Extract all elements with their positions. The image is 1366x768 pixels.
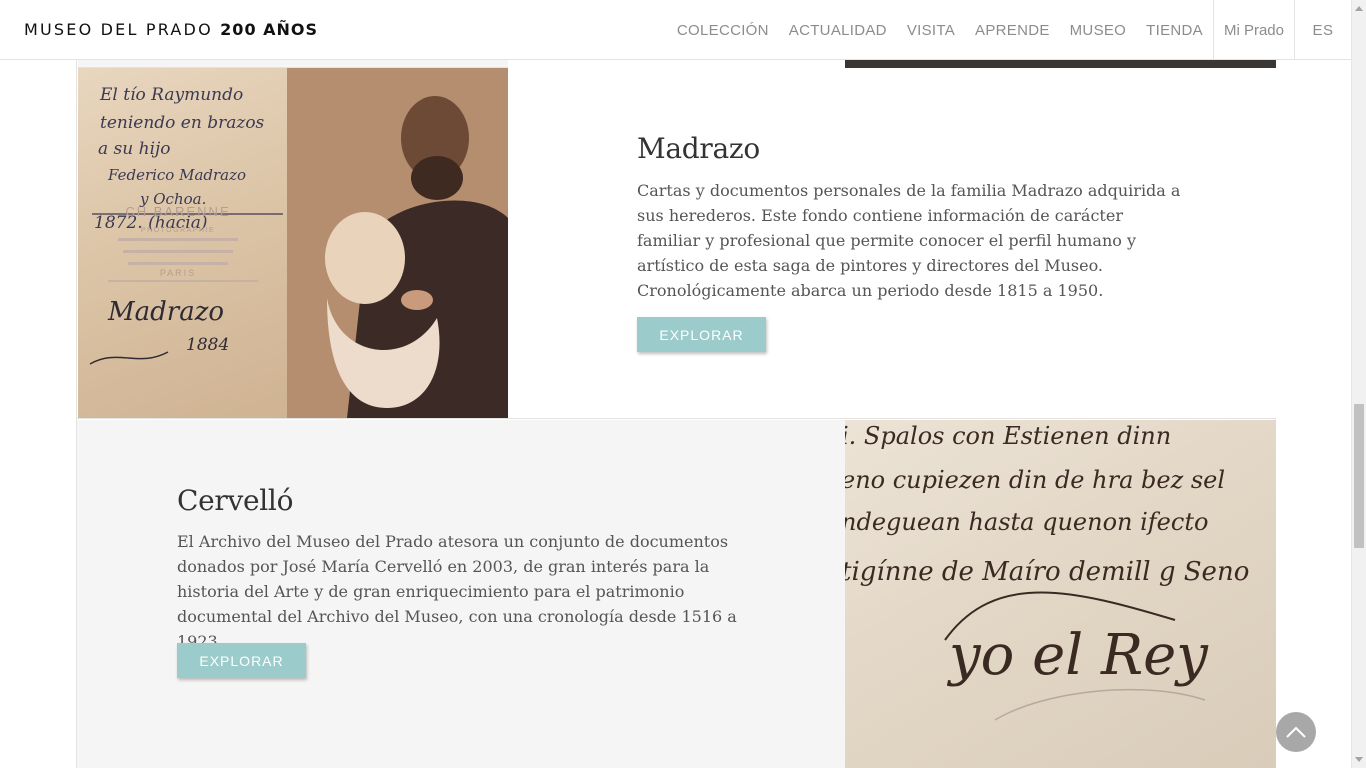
letter-line: Federico Madrazo — [107, 166, 246, 184]
logo-anniversary: 200 AÑOS — [220, 20, 319, 39]
letter-line: El tío Raymundo — [99, 85, 243, 105]
site-header: MUSEO DEL PRADO 200 AÑOS COLECCIÓN ACTUA… — [0, 0, 1351, 60]
scroll-down-icon[interactable] — [1355, 757, 1363, 762]
man-hand — [401, 290, 433, 310]
signature-date: 1884 — [186, 335, 229, 355]
nav-item-actualidad[interactable]: ACTUALIDAD — [779, 22, 897, 39]
manuscript-illustration: i. Spalos con Estienen dinn eno cupiezen… — [845, 422, 1249, 721]
nav-item-coleccion[interactable]: COLECCIÓN — [667, 22, 779, 39]
scroll-thumb[interactable] — [1354, 404, 1364, 548]
stamp-line — [108, 280, 258, 282]
scroll-up-icon[interactable] — [1355, 6, 1363, 11]
faded-ink — [994, 688, 1206, 721]
chevron-up-icon — [1286, 726, 1306, 738]
father-holding-child-illustration — [287, 68, 508, 418]
studio-stamp: CH BARENNE — [125, 204, 230, 219]
madrazo-family-photo — [287, 68, 508, 418]
mi-prado-link[interactable]: Mi Prado — [1214, 22, 1294, 39]
section-madrazo: El tío Raymundo teniendo en brazos a su … — [77, 68, 1276, 419]
stamp-line — [118, 238, 238, 241]
signature: Madrazo — [107, 297, 224, 327]
studio-stamp-sub: PHOTOGRAPHIE — [141, 227, 215, 234]
section-description: Cartas y documentos personales de la fam… — [637, 181, 1181, 300]
logo-text: MUSEO DEL PRADO — [24, 20, 213, 39]
section-cervello: Cervelló El Archivo del Museo del Prado … — [77, 420, 1276, 768]
madrazo-letter-image: El tío Raymundo teniendo en brazos a su … — [78, 68, 287, 418]
stamp-line — [123, 250, 233, 253]
manuscript-line: ndeguean hasta quenon ifecto — [845, 508, 1208, 536]
explore-cervello-button[interactable]: EXPLORAR — [177, 643, 306, 678]
section-title: Cervelló — [177, 484, 294, 517]
back-to-top-button[interactable] — [1276, 712, 1316, 752]
letter-line: teniendo en brazos — [100, 113, 265, 133]
ink-flourish — [89, 351, 169, 365]
language-selector[interactable]: ES — [1295, 22, 1351, 39]
main-nav: COLECCIÓN ACTUALIDAD VISITA APRENDE MUSE… — [667, 0, 1351, 60]
cervello-manuscript-image: i. Spalos con Estienen dinn eno cupiezen… — [845, 420, 1276, 768]
site-logo[interactable]: MUSEO DEL PRADO 200 AÑOS — [24, 20, 318, 39]
section-description: El Archivo del Museo del Prado atesora u… — [177, 532, 737, 651]
nav-item-tienda[interactable]: TIENDA — [1136, 22, 1213, 39]
archive-content: El tío Raymundo teniendo en brazos a su … — [76, 60, 1276, 768]
letter-line: a su hijo — [98, 139, 171, 159]
nav-item-aprende[interactable]: APRENDE — [965, 22, 1060, 39]
manuscript-line: tigínne de Maíro demill g Seno — [845, 557, 1249, 587]
handwritten-card-illustration: El tío Raymundo teniendo en brazos a su … — [89, 85, 283, 365]
previous-section-image-edge — [845, 60, 1276, 68]
nav-item-museo[interactable]: MUSEO — [1060, 22, 1137, 39]
stamp-line — [128, 262, 228, 265]
nav-item-visita[interactable]: VISITA — [897, 22, 965, 39]
royal-signature: yo el Rey — [946, 623, 1209, 688]
section-title: Madrazo — [637, 132, 760, 165]
manuscript-line: eno cupiezen din de hra bez sel — [845, 466, 1225, 494]
explore-madrazo-button[interactable]: EXPLORAR — [637, 317, 766, 352]
studio-city: PARIS — [160, 268, 196, 278]
page-scrollbar[interactable] — [1351, 0, 1366, 768]
baby-head — [325, 212, 405, 304]
manuscript-line: i. Spalos con Estienen dinn — [845, 422, 1171, 450]
man-beard — [411, 156, 463, 200]
previous-section-edge — [78, 60, 508, 68]
